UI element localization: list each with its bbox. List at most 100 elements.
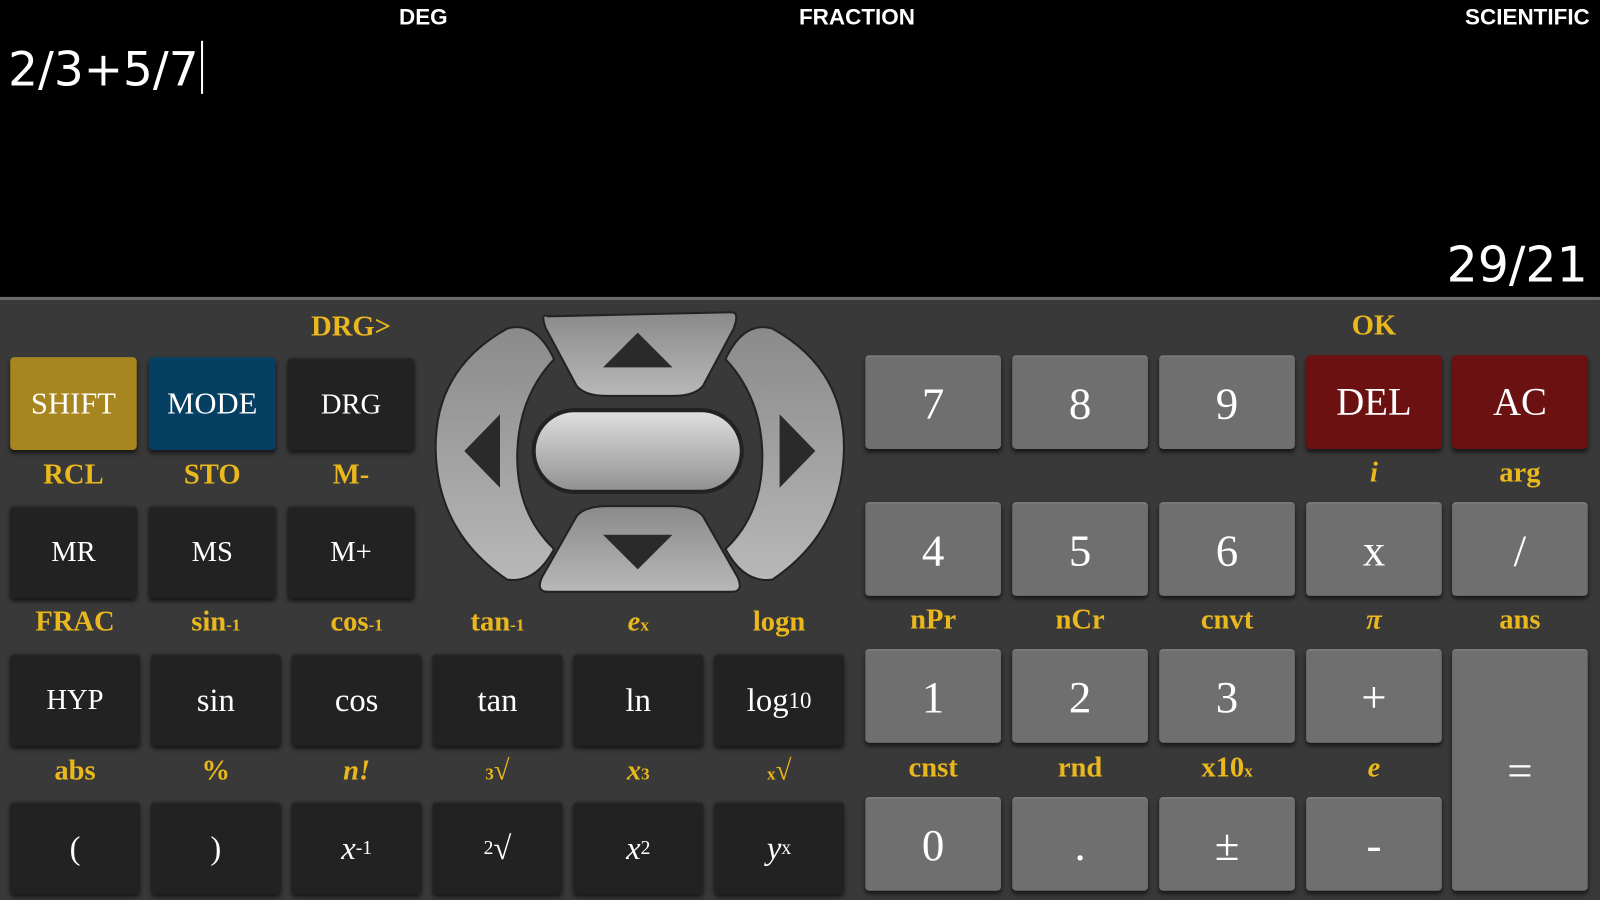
- secondary-label-drg: DRG>: [278, 311, 425, 344]
- secondary-label-square: x3: [563, 755, 713, 788]
- key-1[interactable]: 1: [865, 648, 1002, 743]
- key-text: y: [766, 829, 782, 867]
- key-sqrt[interactable]: 2 √: [432, 801, 563, 894]
- key-m-plus[interactable]: M+: [287, 505, 415, 598]
- calc-mode-indicator: SCIENTIFIC: [1465, 4, 1590, 30]
- secondary-label-del: OK: [1296, 310, 1452, 343]
- secondary-label-sqrt: 3√: [422, 755, 572, 788]
- key-text: tan: [477, 681, 518, 719]
- key-3[interactable]: 3: [1159, 648, 1295, 743]
- secondary-label-m-plus: M-: [278, 459, 425, 492]
- key-text: ±: [1214, 819, 1240, 870]
- result-value: 29/21: [1446, 236, 1588, 294]
- key-text: sin: [196, 681, 235, 719]
- key-text: ln: [625, 681, 651, 719]
- key-ms[interactable]: MS: [148, 505, 276, 598]
- key-sin[interactable]: sin: [151, 653, 281, 746]
- key-negate[interactable]: ±: [1159, 796, 1295, 891]
- secondary-sup: -1: [510, 615, 525, 635]
- secondary-text: FRAC: [35, 606, 115, 638]
- key-open-paren[interactable]: (: [10, 801, 140, 894]
- secondary-text: x: [626, 755, 642, 787]
- key-text: x: [341, 829, 356, 867]
- key-text: MODE: [167, 386, 258, 420]
- dpad-down-button[interactable]: [538, 505, 741, 593]
- key-ac[interactable]: AC: [1452, 355, 1588, 449]
- dpad-center-button[interactable]: [531, 408, 744, 494]
- secondary-sup: 3: [641, 764, 650, 784]
- calculator-app: DEG FRACTION SCIENTIFIC 2/3+5/7 29/21 SH…: [0, 0, 1600, 900]
- key-equals[interactable]: =: [1452, 648, 1588, 891]
- secondary-label-decimal: rnd: [1002, 752, 1158, 785]
- key-text: +: [1361, 671, 1387, 722]
- key-hyp[interactable]: HYP: [10, 653, 140, 746]
- secondary-text: n!: [343, 755, 371, 787]
- key-multiply[interactable]: x: [1306, 502, 1442, 596]
- secondary-label-3: cnvt: [1149, 604, 1305, 637]
- secondary-text: ans: [1499, 604, 1541, 636]
- secondary-label-cos: cos-1: [282, 606, 432, 639]
- secondary-text: OK: [1351, 310, 1397, 342]
- display: DEG FRACTION SCIENTIFIC 2/3+5/7 29/21: [0, 0, 1600, 296]
- secondary-label-sin: sin-1: [141, 606, 291, 639]
- key-mr[interactable]: MR: [10, 505, 137, 598]
- secondary-prefix: 3: [485, 764, 494, 784]
- key-text: 0: [921, 819, 945, 870]
- key-del[interactable]: DEL: [1306, 355, 1442, 449]
- key-reciprocal[interactable]: x -1: [291, 801, 422, 894]
- secondary-text: nCr: [1055, 604, 1105, 636]
- secondary-text: STO: [183, 459, 241, 491]
- key-log10[interactable]: log 10: [714, 653, 844, 746]
- key-8[interactable]: 8: [1012, 355, 1148, 449]
- secondary-sup: x: [640, 615, 649, 635]
- secondary-label-1: nPr: [855, 604, 1011, 637]
- key-text: .: [1074, 819, 1086, 870]
- key-mode[interactable]: MODE: [148, 357, 276, 450]
- secondary-text: M-: [332, 459, 370, 491]
- secondary-label-close-paren: %: [141, 755, 291, 788]
- key-close-paren[interactable]: ): [151, 801, 281, 894]
- key-shift[interactable]: SHIFT: [10, 357, 137, 450]
- key-power[interactable]: yx: [714, 801, 844, 894]
- key-text: SHIFT: [30, 386, 116, 420]
- key-ln[interactable]: ln: [573, 653, 704, 746]
- key-decimal[interactable]: .: [1012, 796, 1148, 891]
- expression-text: 2/3+5/7: [8, 41, 199, 97]
- key-7[interactable]: 7: [865, 355, 1002, 449]
- secondary-text: tan: [470, 606, 511, 638]
- key-4[interactable]: 4: [865, 502, 1002, 596]
- key-6[interactable]: 6: [1159, 502, 1295, 596]
- key-text: MS: [191, 536, 233, 568]
- secondary-label-equals: ans: [1442, 604, 1598, 637]
- expression-input[interactable]: 2/3+5/7: [8, 40, 203, 97]
- dpad-up-button[interactable]: [542, 311, 738, 397]
- key-text: log: [746, 681, 789, 719]
- key-text: /: [1513, 524, 1527, 575]
- secondary-label-power: x√: [704, 755, 854, 788]
- key-square[interactable]: x2: [573, 801, 704, 894]
- key-minus[interactable]: -: [1306, 796, 1442, 891]
- key-text: 4: [921, 524, 945, 575]
- key-text: -: [1366, 819, 1382, 870]
- secondary-label-ln: ex: [563, 606, 713, 639]
- key-5[interactable]: 5: [1012, 502, 1148, 596]
- secondary-text: cos: [330, 606, 369, 638]
- key-cos[interactable]: cos: [291, 653, 422, 746]
- key-drg[interactable]: DRG: [287, 357, 415, 450]
- key-text: (: [69, 829, 81, 867]
- secondary-text: abs: [54, 755, 96, 787]
- key-2[interactable]: 2: [1012, 648, 1148, 743]
- key-tan[interactable]: tan: [432, 653, 563, 746]
- key-9[interactable]: 9: [1159, 355, 1295, 449]
- secondary-label-open-paren: abs: [0, 755, 150, 788]
- secondary-text: √: [775, 755, 792, 787]
- key-divide[interactable]: /: [1452, 502, 1588, 596]
- key-0[interactable]: 0: [865, 796, 1002, 891]
- key-plus[interactable]: +: [1306, 648, 1442, 743]
- key-text: =: [1507, 745, 1533, 796]
- output-mode-indicator: FRACTION: [798, 4, 915, 30]
- secondary-text: i: [1369, 457, 1378, 489]
- secondary-text: e: [1367, 752, 1381, 784]
- key-text: DRG: [320, 388, 382, 420]
- key-text: MR: [51, 536, 96, 568]
